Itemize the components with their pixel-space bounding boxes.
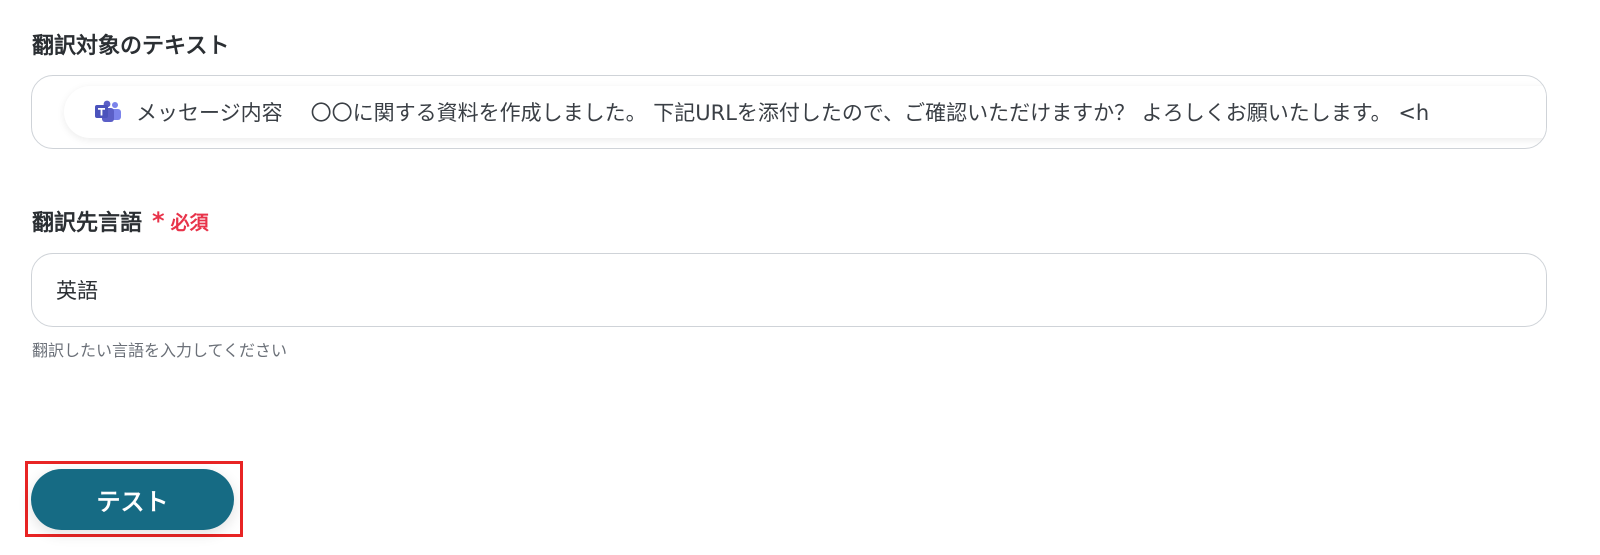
token-label: メッセージ内容: [136, 101, 283, 125]
test-button[interactable]: テスト: [31, 469, 234, 530]
microsoft-teams-icon: [94, 100, 122, 124]
text-input-box[interactable]: メッセージ内容 〇〇に関する資料を作成しました。 下記URLを添付したので、ご確…: [31, 75, 1547, 149]
language-field-label-text: 翻訳先言語: [32, 211, 143, 236]
required-asterisk: *: [152, 207, 165, 235]
text-field-label: 翻訳対象のテキスト: [32, 28, 229, 60]
token-value-text: 〇〇に関する資料を作成しました。 下記URLを添付したので、ご確認いただけますか…: [310, 101, 1430, 125]
language-field-label: 翻訳先言語 * 必須: [32, 205, 209, 237]
language-help-text: 翻訳したい言語を入力してください: [32, 341, 288, 360]
message-content-token[interactable]: メッセージ内容 〇〇に関する資料を作成しました。 下記URLを添付したので、ご確…: [64, 86, 1546, 138]
target-language-input[interactable]: [31, 253, 1547, 327]
required-badge: 必須: [170, 211, 209, 234]
text-field-label-text: 翻訳対象のテキスト: [32, 34, 230, 59]
